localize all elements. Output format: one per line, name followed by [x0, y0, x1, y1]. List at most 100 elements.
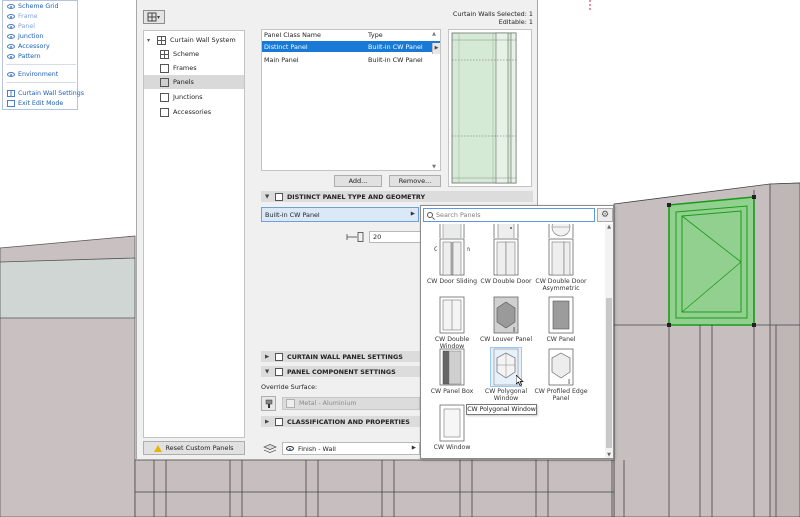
accessories-icon	[160, 107, 169, 117]
palette-item-panel[interactable]: Panel	[7, 22, 35, 31]
eye-icon	[7, 54, 15, 59]
junctions-icon	[160, 92, 169, 102]
tree-item-label: Scheme	[173, 50, 200, 58]
eye-icon	[286, 446, 294, 451]
palette-item-label: Frame	[18, 13, 38, 20]
paint-brush-icon	[265, 399, 272, 408]
palette-item-exit-edit-mode[interactable]: Exit Edit Mode	[7, 99, 63, 108]
panel-tile-sliding[interactable]: CW Door Sliding	[425, 238, 479, 285]
layer-value: Finish - Wall	[298, 444, 336, 453]
panel-tile-doublewindow[interactable]: CW Double Window	[425, 296, 479, 350]
chevron-down-icon: ▼	[265, 368, 270, 375]
favorites-button[interactable]	[143, 10, 165, 24]
list-item[interactable]: Distinct Panel Built-in CW Panel ▶	[262, 41, 440, 54]
preview-drawing	[451, 32, 517, 184]
scroll-down-icon[interactable]: ▼	[605, 452, 613, 458]
eye-icon	[7, 14, 15, 19]
gear-icon: ⚙	[600, 210, 610, 220]
search-panels-input[interactable]: Search Panels	[423, 208, 595, 222]
eye-icon	[7, 4, 15, 9]
tree-item-panels[interactable]: Panels	[144, 75, 244, 89]
exit-icon	[7, 100, 15, 107]
palette-item-label: Scheme Grid	[18, 3, 59, 10]
layer-icon	[263, 444, 277, 453]
surface-paint-button[interactable]	[261, 396, 276, 411]
palette-item-curtain-wall-settings[interactable]: Curtain Wall Settings	[7, 89, 84, 98]
section-title: DISTINCT PANEL TYPE AND GEOMETRY	[287, 192, 426, 201]
panel-thumbnail	[491, 238, 521, 276]
panel-thumbnail	[437, 348, 467, 386]
add-panel-button[interactable]: Add...	[334, 175, 382, 187]
panels-icon	[160, 77, 169, 87]
scroll-down-icon[interactable]: ▼	[430, 164, 438, 170]
surface-material-value: Metal - Aluminium	[299, 400, 357, 407]
panel-picker-popup: Search Panels ⚙ CW Custom PanelCW DoorCW…	[420, 205, 614, 459]
panel-geometry-icon	[275, 192, 283, 201]
surface-material-field[interactable]: Metal - Aluminium	[282, 397, 420, 410]
chevron-right-icon: ▶	[410, 211, 415, 217]
panel-tile-label: CW Double Door Asymmetric	[535, 278, 587, 292]
panel-tile-box[interactable]: CW Panel Box	[425, 348, 479, 395]
list-item[interactable]: Main Panel Built-in CW Panel	[262, 54, 440, 65]
tree-item-junctions[interactable]: Junctions	[144, 90, 244, 104]
reset-custom-panels-button[interactable]: Reset Custom Panels	[143, 441, 245, 455]
panel-tile-doubledoor[interactable]: CW Double Door	[479, 238, 533, 285]
popup-scrollbar[interactable]: ▲ ▼	[605, 224, 613, 458]
warning-icon	[154, 444, 163, 452]
palette-item-label: Exit Edit Mode	[18, 100, 64, 107]
tree-item-curtain-wall-system[interactable]: ▾ Curtain Wall System	[147, 33, 236, 47]
override-checkbox[interactable]	[286, 399, 295, 408]
panel-tile-louver[interactable]: I CW Louver Panel	[479, 296, 533, 343]
remove-panel-button[interactable]: Remove...	[389, 175, 441, 187]
panel-tile-label: CW Louver Panel	[479, 336, 533, 343]
popup-options-button[interactable]: ⚙	[597, 208, 613, 222]
panel-tile-label: CW Profiled Edge Panel	[534, 388, 588, 402]
search-icon	[427, 212, 433, 218]
panel-tile-polygonal[interactable]: CW Polygonal Window	[479, 347, 533, 402]
palette-item-accessory[interactable]: Accessory	[7, 42, 50, 51]
panel-tile-label: CW Polygonal Window	[484, 388, 528, 402]
palette-item-junction[interactable]: Junction	[7, 32, 43, 41]
panel-class-name: Distinct Panel	[264, 42, 308, 51]
chevron-right-icon[interactable]: ▶	[432, 42, 440, 54]
panel-class-list[interactable]: Panel Class Name Type Distinct Panel Bui…	[261, 29, 441, 171]
panel-thumbnail	[437, 404, 467, 442]
chevron-right-icon: ▶	[411, 445, 416, 451]
override-surface-label: Override Surface:	[261, 383, 318, 391]
panel-thumbnail	[437, 238, 467, 276]
palette-divider	[6, 82, 76, 83]
palette-item-label: Curtain Wall Settings	[18, 90, 85, 97]
palette-item-frame[interactable]: Frame	[7, 12, 38, 21]
panel-type-value: Built-in CW Panel	[265, 210, 320, 219]
scrollbar-thumb[interactable]	[606, 298, 612, 448]
frames-icon	[160, 63, 169, 73]
panel-class-type: Built-in CW Panel	[368, 42, 423, 51]
panel-gap-input[interactable]: 20	[369, 231, 421, 243]
reset-label: Reset Custom Panels	[165, 444, 234, 452]
panel-thumbnail	[437, 296, 467, 334]
curtain-wall-icon	[157, 35, 166, 45]
settings-tree: ▾ Curtain Wall System Scheme Frames Pane…	[143, 30, 245, 438]
palette-item-pattern[interactable]: Pattern	[7, 52, 41, 61]
column-header-name: Panel Class Name	[264, 31, 321, 39]
tree-item-scheme[interactable]: Scheme	[144, 47, 244, 61]
list-header: Panel Class Name Type	[262, 30, 440, 40]
layer-dropdown[interactable]: Finish - Wall ▶	[282, 442, 420, 455]
panel-preview	[448, 29, 532, 187]
panel-type-dropdown[interactable]: Built-in CW Panel ▶	[261, 207, 419, 222]
scroll-up-icon[interactable]: ▲	[430, 31, 438, 37]
palette-item-scheme-grid[interactable]: Scheme Grid	[7, 2, 59, 11]
palette-item-label: Pattern	[18, 53, 41, 60]
panel-thumbnail: I	[491, 296, 521, 334]
tree-item-frames[interactable]: Frames	[144, 61, 244, 75]
section-distinct-panel[interactable]: ▼ DISTINCT PANEL TYPE AND GEOMETRY	[261, 191, 533, 202]
panel-tile-profiled[interactable]: I CW Profiled Edge Panel	[534, 348, 588, 402]
panel-tile-asymdoor[interactable]: CW Double Door Asymmetric	[534, 238, 588, 292]
panel-class-name: Main Panel	[264, 55, 299, 64]
palette-item-environment[interactable]: Environment	[7, 70, 58, 79]
tree-item-accessories[interactable]: Accessories	[144, 105, 244, 119]
selection-info: Curtain Walls Selected: 1 Editable: 1	[453, 10, 533, 26]
panel-tile-label: CW Double Door	[480, 278, 532, 285]
panel-tile-panel[interactable]: CW Panel	[534, 296, 588, 343]
scroll-up-icon[interactable]: ▲	[605, 224, 613, 230]
